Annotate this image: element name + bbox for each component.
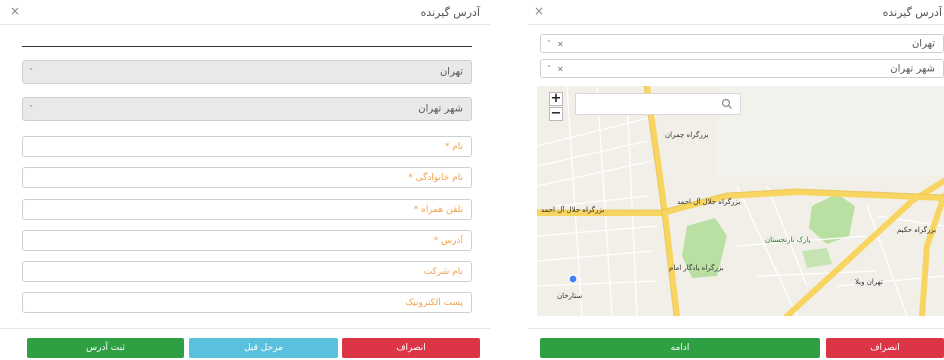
continue-button[interactable]: ادامه (540, 338, 820, 358)
chevron-down-icon: ˅ (29, 104, 33, 114)
mobile-placeholder: تلفن همراه * (413, 204, 463, 215)
first-name-field[interactable]: نام * (22, 136, 472, 157)
header-divider (0, 24, 490, 25)
province-select[interactable]: تهران ˅ × (540, 34, 944, 53)
road-label: بزرگراه یادگار امام (669, 264, 724, 272)
road-label: بزرگراه حکیم (897, 226, 937, 234)
cancel-button[interactable]: انصراف (342, 338, 480, 358)
left-address-dialog: × آدرس گیرنده تهران ˅ شهر تهران ˅ نام * … (0, 0, 490, 360)
right-address-dialog: × آدرس گیرنده تهران ˅ × شهر تهران ˅ × + … (528, 0, 944, 360)
company-field[interactable]: نام شرکت (22, 261, 472, 282)
zoom-in-button[interactable]: + (549, 92, 563, 106)
previous-step-button[interactable]: مرحل قبل (189, 338, 338, 358)
map-search-input[interactable] (575, 93, 741, 115)
top-rule (22, 46, 472, 47)
clear-icon[interactable]: × (557, 39, 564, 48)
footer-divider (528, 328, 944, 329)
close-icon[interactable]: × (534, 4, 544, 18)
last-name-placeholder: نام خانوادگی * (408, 172, 463, 183)
company-placeholder: نام شرکت (423, 266, 463, 277)
first-name-placeholder: نام * (444, 141, 463, 152)
address-placeholder: آدرس * (433, 235, 463, 246)
search-icon[interactable] (720, 97, 734, 111)
dialog-title: آدرس گیرنده (420, 6, 480, 19)
zoom-out-button[interactable]: − (549, 107, 563, 121)
province-select[interactable]: تهران ˅ (22, 60, 472, 84)
email-placeholder: پست الکترونیک (405, 297, 463, 308)
province-value: تهران (439, 66, 463, 78)
cancel-button[interactable]: انصراف (826, 338, 944, 358)
submit-address-button[interactable]: ثبت آدرس (27, 338, 184, 358)
mobile-field[interactable]: تلفن همراه * (22, 199, 472, 220)
area-label: تهران ویلا (855, 278, 883, 286)
header-divider (528, 24, 944, 25)
clear-icon[interactable]: × (557, 64, 564, 73)
chevron-down-icon: ˅ (29, 67, 33, 77)
park-label: پارک نارنجستان (765, 236, 811, 244)
last-name-field[interactable]: نام خانوادگی * (22, 167, 472, 188)
footer-divider (0, 328, 490, 329)
email-field[interactable]: پست الکترونیک (22, 292, 472, 313)
road-label: بزرگراه چمران (665, 131, 709, 139)
location-pin-icon (568, 274, 578, 284)
chevron-down-icon: ˅ (547, 39, 551, 48)
city-value: شهر تهران (418, 103, 463, 115)
city-select[interactable]: شهر تهران ˅ × (540, 59, 944, 78)
road-label: بزرگراه جلال آل احمد (541, 206, 605, 214)
city-value: شهر تهران (890, 63, 935, 74)
chevron-down-icon: ˅ (547, 64, 551, 73)
city-select[interactable]: شهر تهران ˅ (22, 97, 472, 121)
close-icon[interactable]: × (10, 4, 20, 18)
area-label: ستارخان (557, 292, 583, 300)
road-label: بزرگراه جلال آل احمد (677, 198, 741, 206)
address-field[interactable]: آدرس * (22, 230, 472, 251)
dialog-title: آدرس گیرنده (882, 6, 942, 19)
province-value: تهران (911, 38, 935, 49)
map[interactable]: + − بزرگراه جلال آل احمد بزرگراه چمران ب… (537, 86, 944, 316)
